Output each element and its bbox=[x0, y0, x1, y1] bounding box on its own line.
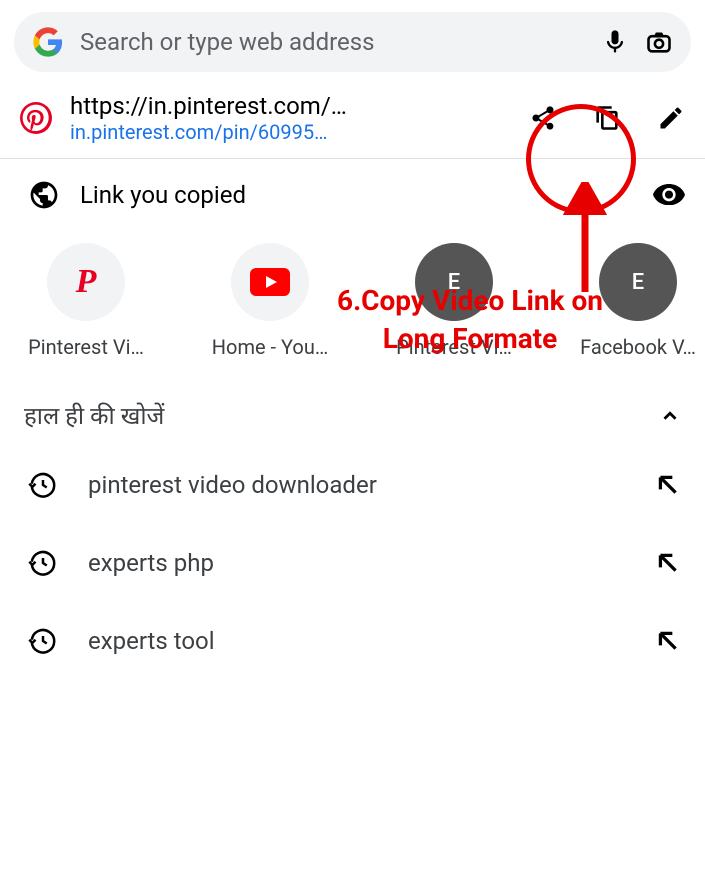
url-actions bbox=[529, 104, 685, 132]
url-primary: https://in.pinterest.com/… bbox=[70, 92, 511, 120]
shortcut-item[interactable]: Home - You… bbox=[190, 243, 350, 359]
recent-search-item[interactable]: experts tool bbox=[0, 602, 705, 680]
shortcut-item[interactable]: P Pinterest Vi… bbox=[6, 243, 166, 359]
recent-search-item[interactable]: experts php bbox=[0, 524, 705, 602]
history-icon bbox=[28, 470, 58, 500]
shortcut-pinterest-icon: P bbox=[47, 243, 125, 321]
shortcuts-row: P Pinterest Vi… Home - You… E Pinterest … bbox=[0, 231, 705, 359]
search-bar[interactable]: Search or type web address bbox=[14, 12, 691, 72]
recent-searches-header[interactable]: हाल ही की खोजें bbox=[0, 359, 705, 446]
history-icon bbox=[28, 548, 58, 578]
copy-icon[interactable] bbox=[593, 104, 621, 132]
shortcut-label: Pinterest Vi… bbox=[6, 335, 166, 359]
url-text-wrap: https://in.pinterest.com/… in.pinterest.… bbox=[70, 92, 511, 144]
pinterest-icon bbox=[20, 102, 52, 134]
recent-searches-title: हाल ही की खोजें bbox=[24, 399, 164, 432]
arrow-insert-icon[interactable] bbox=[655, 628, 681, 654]
url-suggestion-row[interactable]: https://in.pinterest.com/… in.pinterest.… bbox=[0, 80, 705, 158]
share-icon[interactable] bbox=[529, 104, 557, 132]
globe-icon bbox=[28, 179, 60, 211]
arrow-insert-icon[interactable] bbox=[655, 472, 681, 498]
search-placeholder: Search or type web address bbox=[80, 28, 585, 56]
search-query-text: pinterest video downloader bbox=[88, 471, 625, 499]
search-query-text: experts tool bbox=[88, 627, 625, 655]
eye-icon[interactable] bbox=[653, 184, 685, 206]
url-secondary: in.pinterest.com/pin/60995… bbox=[70, 120, 511, 144]
edit-icon[interactable] bbox=[657, 104, 685, 132]
shortcut-item[interactable]: E Pinterest Vi… bbox=[374, 243, 534, 359]
shortcut-label: Facebook V… bbox=[558, 335, 705, 359]
chevron-up-icon[interactable] bbox=[659, 405, 681, 427]
shortcut-letter-icon: E bbox=[415, 243, 493, 321]
recent-search-item[interactable]: pinterest video downloader bbox=[0, 446, 705, 524]
shortcut-label: Pinterest Vi… bbox=[374, 335, 534, 359]
search-query-text: experts php bbox=[88, 549, 625, 577]
shortcut-item[interactable]: E Facebook V… bbox=[558, 243, 705, 359]
shortcut-youtube-icon bbox=[231, 243, 309, 321]
arrow-insert-icon[interactable] bbox=[655, 550, 681, 576]
shortcut-letter-icon: E bbox=[599, 243, 677, 321]
copied-link-row[interactable]: Link you copied bbox=[0, 159, 705, 231]
shortcut-label: Home - You… bbox=[190, 335, 350, 359]
google-logo-icon bbox=[32, 26, 64, 58]
history-icon bbox=[28, 626, 58, 656]
camera-icon[interactable] bbox=[645, 28, 673, 56]
microphone-icon[interactable] bbox=[601, 28, 629, 56]
copied-link-label: Link you copied bbox=[80, 181, 633, 209]
